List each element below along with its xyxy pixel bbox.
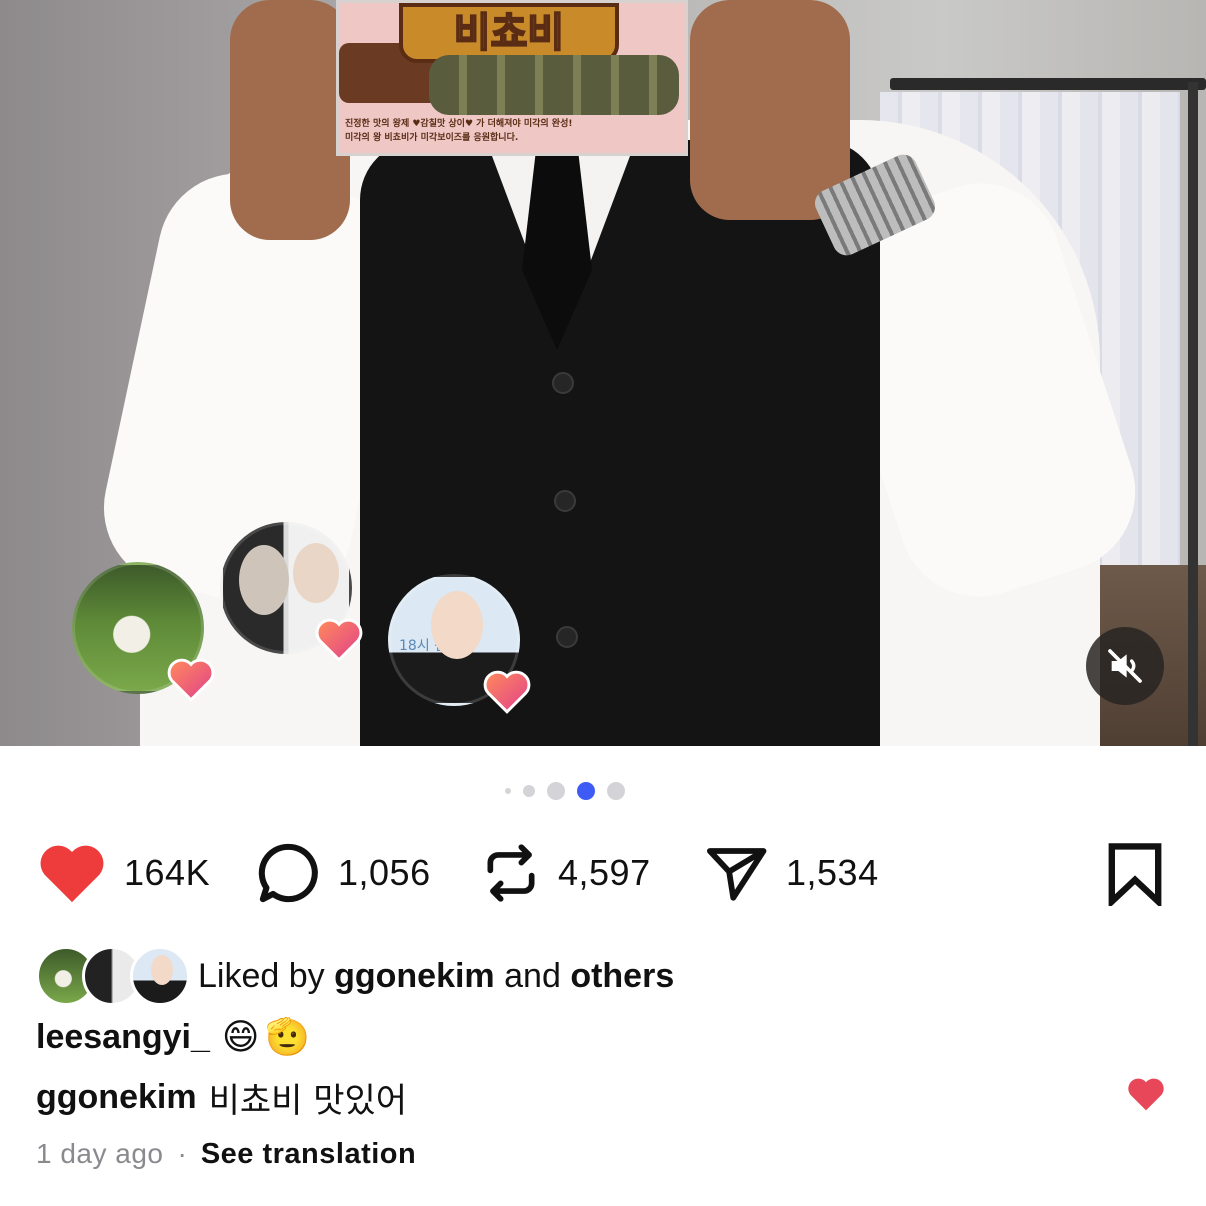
snack-box: 비쵸비 진정한 맛의 왕제 ♥감칠맛 상이♥ 가 더해져야 미각의 완성! 미각… [336, 0, 688, 156]
post-meta: 1 day ago · See translation [36, 1134, 416, 1174]
vest-button [556, 626, 578, 648]
bookmark-icon [1108, 843, 1162, 909]
meta-separator: · [177, 1138, 187, 1169]
post-timestamp: 1 day ago [36, 1138, 164, 1169]
clothing-rack-pole [1188, 82, 1198, 746]
carousel-indicator [505, 782, 625, 800]
post-caption: leesangyi_ 😄 🫡 [36, 1012, 310, 1062]
see-translation-link[interactable]: See translation [201, 1138, 416, 1171]
author-username[interactable]: leesangyi_ [36, 1018, 210, 1057]
liked-by-username[interactable]: ggonekim [334, 957, 495, 995]
speaker-muted-icon [1108, 649, 1142, 683]
grinning-face-emoji: 😄 [221, 1016, 260, 1058]
liker-avatar-stack [36, 946, 190, 1006]
commenter-username[interactable]: ggonekim [36, 1078, 197, 1117]
box-group-photo [429, 55, 679, 115]
heart-reaction-icon [166, 656, 216, 702]
carousel-dot [505, 788, 511, 794]
carousel-dot [523, 785, 535, 797]
heart-reaction-icon [482, 668, 532, 714]
share-count: 1,534 [786, 852, 879, 893]
comment-count: 1,056 [338, 852, 431, 893]
repost-icon [487, 844, 535, 902]
clothing-rack-bar [890, 78, 1206, 90]
vest-button [552, 372, 574, 394]
repost-count: 4,597 [558, 852, 651, 893]
left-hand [230, 0, 350, 240]
avatar [130, 946, 190, 1006]
saluting-face-emoji: 🫡 [265, 1017, 311, 1058]
top-comment: ggonekim 비쵸비 맛있어 [36, 1072, 407, 1122]
carousel-dot [547, 782, 565, 800]
bubble-caption-text: 18시 선공개 [399, 638, 473, 654]
comment-like-button[interactable] [1126, 1076, 1166, 1112]
carousel-dot-active [577, 782, 595, 800]
like-count: 164K [124, 852, 211, 893]
post-photo[interactable]: 비쵸비 진정한 맛의 왕제 ♥감칠맛 상이♥ 가 더해져야 미각의 완성! 미각… [0, 0, 1206, 746]
comment-action[interactable]: 1,056 [256, 840, 431, 906]
liked-by-others[interactable]: others [570, 957, 674, 995]
comment-bubble-icon [258, 843, 318, 903]
share-action[interactable]: 1,534 [702, 840, 879, 906]
repost-action[interactable]: 4,597 [480, 840, 651, 906]
liked-by-row[interactable]: Liked by ggonekim and others [36, 946, 674, 1006]
heart-reaction-icon [314, 616, 364, 662]
like-action[interactable]: 164K [36, 840, 210, 906]
carousel-dot [607, 782, 625, 800]
comment-text: 비쵸비 맛있어 [208, 1080, 408, 1121]
right-hand [690, 0, 850, 220]
vest-button [554, 490, 576, 512]
liked-by-text: Liked by ggonekim and others [198, 956, 675, 995]
box-copy-text: 진정한 맛의 왕제 ♥감칠맛 상이♥ 가 더해져야 미각의 완성! 미각의 왕 … [345, 119, 573, 143]
save-bookmark-button[interactable] [1106, 842, 1164, 911]
post-action-bar: 164K 1,056 4,597 1,534 [36, 840, 1166, 910]
send-paper-plane-icon [706, 848, 767, 901]
snack-logo: 비쵸비 [399, 3, 619, 63]
heart-filled-icon [40, 845, 104, 903]
mute-toggle-button[interactable] [1086, 627, 1164, 705]
heart-filled-icon [1128, 1078, 1164, 1111]
